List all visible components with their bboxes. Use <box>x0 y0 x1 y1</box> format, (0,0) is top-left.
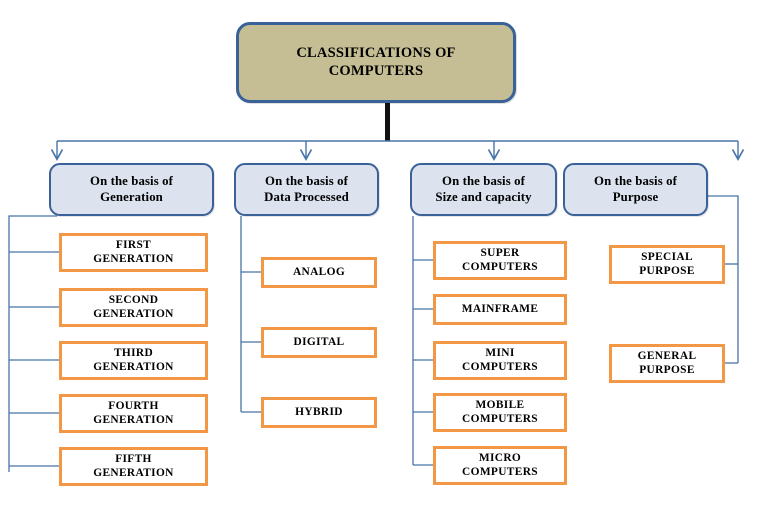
branch-node-data-processed-label: On the basis of Data Processed <box>264 174 349 204</box>
leaf-node-hybrid[interactable]: HYBRID <box>261 397 377 428</box>
root-node-label: CLASSIFICATIONS OF COMPUTERS <box>296 45 456 79</box>
leaf-node-mainframe-label: MAINFRAME <box>461 302 539 315</box>
root-node-classifications-of-computers[interactable]: CLASSIFICATIONS OF COMPUTERS <box>236 22 516 103</box>
leaf-node-mobile-computers[interactable]: MOBILE COMPUTERS <box>433 393 567 432</box>
branch-node-size-and-capacity[interactable]: On the basis of Size and capacity <box>410 163 557 216</box>
leaf-node-mini-computers[interactable]: MINI COMPUTERS <box>433 341 567 380</box>
leaf-node-general-purpose-label: GENERAL PURPOSE <box>637 350 697 376</box>
diagram-canvas: CLASSIFICATIONS OF COMPUTERS On the basi… <box>0 0 763 519</box>
leaf-node-special-purpose-label: SPECIAL PURPOSE <box>639 251 695 277</box>
leaf-node-digital-label: DIGITAL <box>293 335 345 348</box>
branch-node-generation-label: On the basis of Generation <box>90 174 173 204</box>
leaf-node-micro-computers-label: MICRO COMPUTERS <box>462 452 538 478</box>
leaf-node-first-generation[interactable]: FIRST GENERATION <box>59 233 208 272</box>
branch-node-data-processed[interactable]: On the basis of Data Processed <box>234 163 379 216</box>
leaf-node-super-computers[interactable]: SUPER COMPUTERS <box>433 241 567 280</box>
leaf-node-mainframe[interactable]: MAINFRAME <box>433 294 567 325</box>
leaf-node-hybrid-label: HYBRID <box>295 405 343 418</box>
leaf-node-fourth-generation-label: FOURTH GENERATION <box>93 400 174 426</box>
leaf-node-first-generation-label: FIRST GENERATION <box>93 239 174 265</box>
leaf-node-fourth-generation[interactable]: FOURTH GENERATION <box>59 394 208 433</box>
leaf-node-second-generation[interactable]: SECOND GENERATION <box>59 288 208 327</box>
leaf-node-second-generation-label: SECOND GENERATION <box>93 294 174 320</box>
leaf-node-mini-computers-label: MINI COMPUTERS <box>462 347 538 373</box>
leaf-node-analog-label: ANALOG <box>292 265 346 278</box>
leaf-node-third-generation-label: THIRD GENERATION <box>93 347 174 373</box>
leaf-node-analog[interactable]: ANALOG <box>261 257 377 288</box>
leaf-node-general-purpose[interactable]: GENERAL PURPOSE <box>609 344 725 383</box>
branch-node-purpose-label: On the basis of Purpose <box>594 174 677 204</box>
leaf-node-third-generation[interactable]: THIRD GENERATION <box>59 341 208 380</box>
leaf-node-mobile-computers-label: MOBILE COMPUTERS <box>462 399 538 425</box>
trunk-generation <box>8 215 57 472</box>
leaf-node-digital[interactable]: DIGITAL <box>261 327 377 358</box>
leaf-node-fifth-generation-label: FIFTH GENERATION <box>93 453 174 479</box>
leaf-node-micro-computers[interactable]: MICRO COMPUTERS <box>433 446 567 485</box>
branch-node-purpose[interactable]: On the basis of Purpose <box>563 163 708 216</box>
leaf-node-special-purpose[interactable]: SPECIAL PURPOSE <box>609 245 725 284</box>
branch-node-generation[interactable]: On the basis of Generation <box>49 163 214 216</box>
leaf-node-super-computers-label: SUPER COMPUTERS <box>462 247 538 273</box>
branch-node-size-and-capacity-label: On the basis of Size and capacity <box>435 174 532 204</box>
leaf-node-fifth-generation[interactable]: FIFTH GENERATION <box>59 447 208 486</box>
